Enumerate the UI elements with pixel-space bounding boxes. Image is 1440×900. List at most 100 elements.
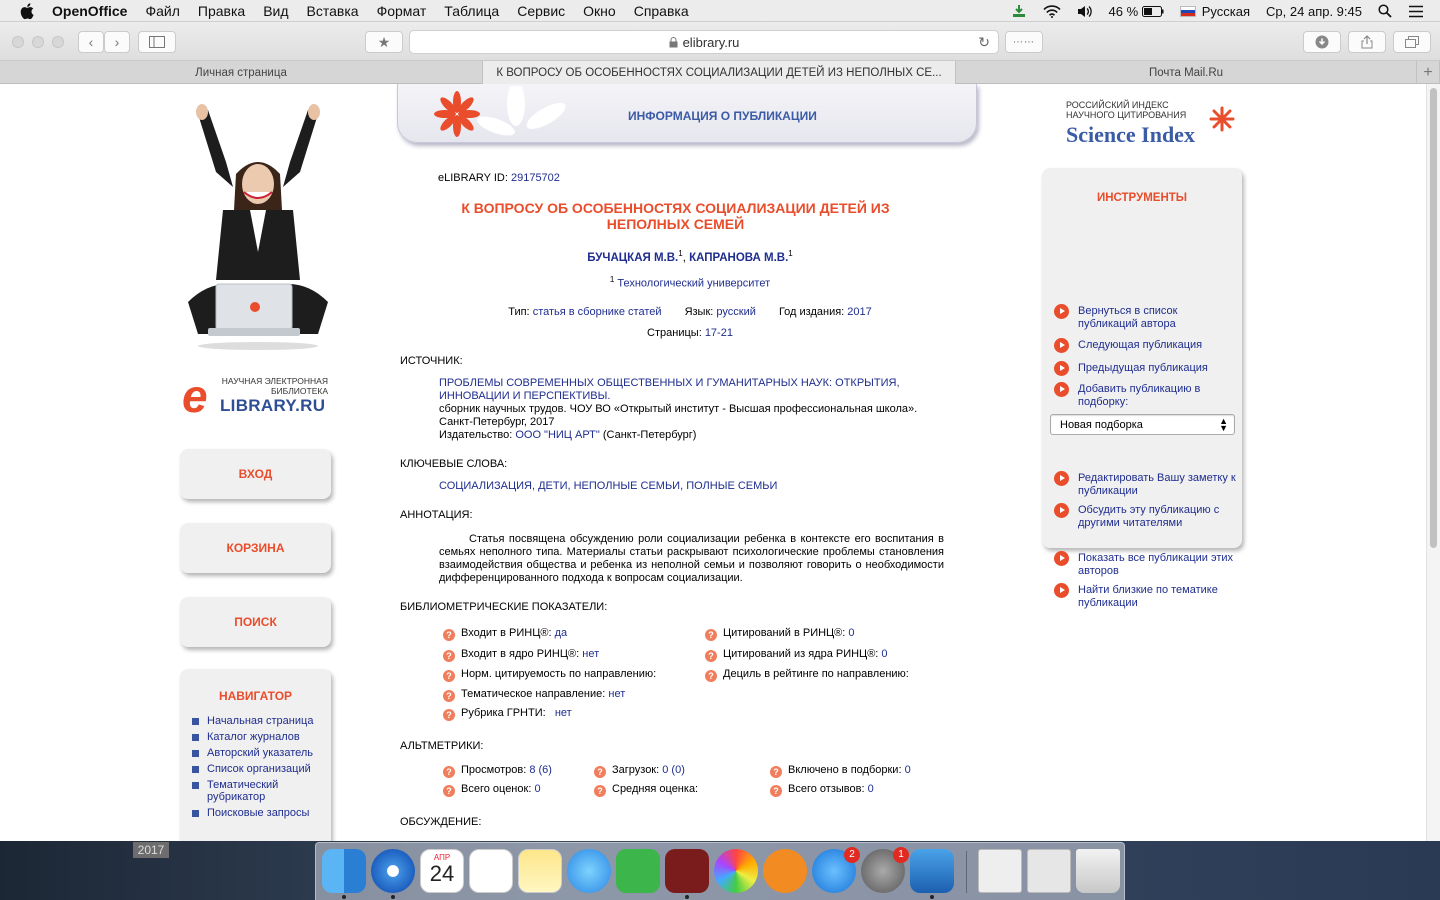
tabs-overview-button[interactable] <box>1393 31 1431 53</box>
tool-label: Редактировать Вашу заметку к публикации <box>1078 472 1236 497</box>
tool-edit-note[interactable]: Редактировать Вашу заметку к публикации <box>1054 471 1239 498</box>
safari-icon[interactable] <box>371 849 415 899</box>
cart-button[interactable]: КОРЗИНА <box>180 523 331 573</box>
menu-edit[interactable]: Правка <box>198 3 245 19</box>
photos-icon[interactable] <box>714 849 758 893</box>
new-tab-button[interactable]: + <box>1417 61 1440 84</box>
finder-icon[interactable] <box>322 849 366 899</box>
stack-documents-icon[interactable] <box>978 849 1022 893</box>
system-preferences-icon[interactable]: 1 <box>861 847 909 893</box>
tool-next-publication[interactable]: Следующая публикация <box>1054 338 1239 353</box>
input-source[interactable]: Русская <box>1179 4 1250 19</box>
author-link[interactable]: КАПРАНОВА М.В. <box>689 252 788 264</box>
help-icon[interactable]: ? <box>594 785 606 797</box>
source-title-link[interactable]: ПРОБЛЕМЫ СОВРЕМЕННЫХ ОБЩЕСТВЕННЫХ И ГУМА… <box>439 377 944 403</box>
lang-value[interactable]: русский <box>716 306 755 318</box>
forward-button[interactable]: › <box>104 31 130 53</box>
photo-booth-icon[interactable] <box>665 849 709 899</box>
back-button[interactable]: ‹ <box>78 31 104 53</box>
help-icon[interactable]: ? <box>443 670 455 682</box>
page-scrollbar[interactable] <box>1426 84 1440 841</box>
top-sites-button[interactable]: ⋯⋯ <box>1005 31 1043 53</box>
download-status-icon[interactable] <box>1011 4 1027 18</box>
help-icon[interactable]: ? <box>770 766 782 778</box>
menu-insert[interactable]: Вставка <box>307 3 359 19</box>
reminders-icon[interactable] <box>469 849 513 893</box>
help-icon[interactable]: ? <box>443 785 455 797</box>
elibrary-logo[interactable]: e НАУЧНАЯ ЭЛЕКТРОННАЯ БИБЛИОТЕКА LIBRARY… <box>182 373 342 420</box>
share-button[interactable] <box>1348 31 1386 53</box>
science-index-logo[interactable]: РОССИЙСКИЙ ИНДЕКС НАУЧНОГО ЦИТИРОВАНИЯ S… <box>1066 100 1246 160</box>
stack-downloads-icon[interactable] <box>1027 849 1071 893</box>
menu-tools[interactable]: Сервис <box>517 3 565 19</box>
nav-item-authors[interactable]: Авторский указатель <box>192 747 331 759</box>
menu-file[interactable]: Файл <box>145 3 179 19</box>
notification-center-icon[interactable] <box>1408 5 1424 18</box>
help-icon[interactable]: ? <box>705 629 717 641</box>
keywords-links[interactable]: СОЦИАЛИЗАЦИЯ, ДЕТИ, НЕПОЛНЫЕ СЕМЬИ, ПОЛН… <box>439 480 944 493</box>
tool-find-similar[interactable]: Найти близкие по тематике публикации <box>1054 583 1239 610</box>
type-value[interactable]: статья в сборнике статей <box>533 306 662 318</box>
metric-value: 0 <box>848 627 855 639</box>
tool-add-to-collection[interactable]: Добавить публикацию в подборку: <box>1054 382 1239 409</box>
page-header-banner: ИНФОРМАЦИЯ О ПУБЛИКАЦИИ <box>397 84 977 143</box>
nav-item-organizations[interactable]: Список организаций <box>192 763 331 775</box>
bookmarks-button[interactable]: ★ <box>365 31 403 53</box>
tab-mail[interactable]: Почта Mail.Ru <box>956 61 1417 84</box>
help-icon[interactable]: ? <box>443 766 455 778</box>
wifi-icon[interactable] <box>1042 4 1061 18</box>
app-store-icon[interactable]: 2 <box>812 847 860 893</box>
tab-publication[interactable]: К ВОПРОСУ ОБ ОСОБЕННОСТЯХ СОЦИАЛИЗАЦИИ Д… <box>483 61 956 84</box>
menu-view[interactable]: Вид <box>263 3 288 19</box>
help-icon[interactable]: ? <box>443 690 455 702</box>
nav-item-search-queries[interactable]: Поисковые запросы <box>192 807 331 819</box>
publisher-link[interactable]: ООО "НИЦ АРТ" <box>515 429 599 441</box>
help-icon[interactable]: ? <box>443 650 455 662</box>
tool-discuss[interactable]: Обсудить эту публикацию с другими читате… <box>1054 503 1239 530</box>
menu-format[interactable]: Формат <box>377 3 427 19</box>
calendar-icon[interactable]: АПР 24 <box>420 849 464 893</box>
sidebar-button[interactable] <box>138 31 176 53</box>
notes-icon[interactable] <box>518 849 562 893</box>
menu-help[interactable]: Справка <box>634 3 689 19</box>
menu-table[interactable]: Таблица <box>444 3 499 19</box>
address-bar[interactable]: elibrary.ru ↻ <box>409 30 999 54</box>
affiliation-link[interactable]: Технологический университет <box>617 278 770 290</box>
year-value[interactable]: 2017 <box>847 306 871 318</box>
tool-show-author-publications[interactable]: Показать все публикации этих авторов <box>1054 551 1239 578</box>
facetime-icon[interactable] <box>616 849 660 893</box>
tool-previous-publication[interactable]: Предыдущая публикация <box>1054 361 1239 376</box>
downloads-button[interactable] <box>1303 31 1341 53</box>
battery-status[interactable]: 46 % <box>1109 4 1164 19</box>
ibooks-icon[interactable] <box>763 849 807 893</box>
reload-icon[interactable]: ↻ <box>978 34 990 51</box>
help-icon[interactable]: ? <box>443 709 455 721</box>
help-icon[interactable]: ? <box>443 629 455 641</box>
close-window-button[interactable] <box>12 36 24 48</box>
login-button[interactable]: ВХОД <box>180 449 331 499</box>
minimize-window-button[interactable] <box>32 36 44 48</box>
menu-window[interactable]: Окно <box>583 3 616 19</box>
tool-back-to-author-list[interactable]: Вернуться в список публикаций автора <box>1054 304 1239 331</box>
trash-icon[interactable] <box>1076 849 1120 893</box>
author-link[interactable]: БУЧАЦКАЯ М.В. <box>587 252 678 264</box>
volume-icon[interactable] <box>1077 5 1093 18</box>
nav-item-home[interactable]: Начальная страница <box>192 715 331 727</box>
apple-icon[interactable] <box>18 1 38 21</box>
help-icon[interactable]: ? <box>705 670 717 682</box>
search-button[interactable]: ПОИСК <box>180 597 331 647</box>
help-icon[interactable]: ? <box>770 785 782 797</box>
spotlight-search-icon[interactable] <box>1378 4 1392 18</box>
clock[interactable]: Ср, 24 апр. 9:45 <box>1266 4 1362 19</box>
openoffice-icon[interactable] <box>910 849 954 899</box>
messages-icon[interactable] <box>567 849 611 893</box>
help-icon[interactable]: ? <box>705 650 717 662</box>
collection-select[interactable]: Новая подборка ▲ ▼ <box>1050 414 1235 435</box>
tab-personal-page[interactable]: Личная страница <box>0 61 483 84</box>
nav-item-rubricator[interactable]: Тематический рубрикатор <box>192 779 331 803</box>
zoom-window-button[interactable] <box>52 36 64 48</box>
menu-app-name[interactable]: OpenOffice <box>52 3 127 19</box>
help-icon[interactable]: ? <box>594 766 606 778</box>
scrollbar-thumb[interactable] <box>1430 88 1437 548</box>
nav-item-journals[interactable]: Каталог журналов <box>192 731 331 743</box>
